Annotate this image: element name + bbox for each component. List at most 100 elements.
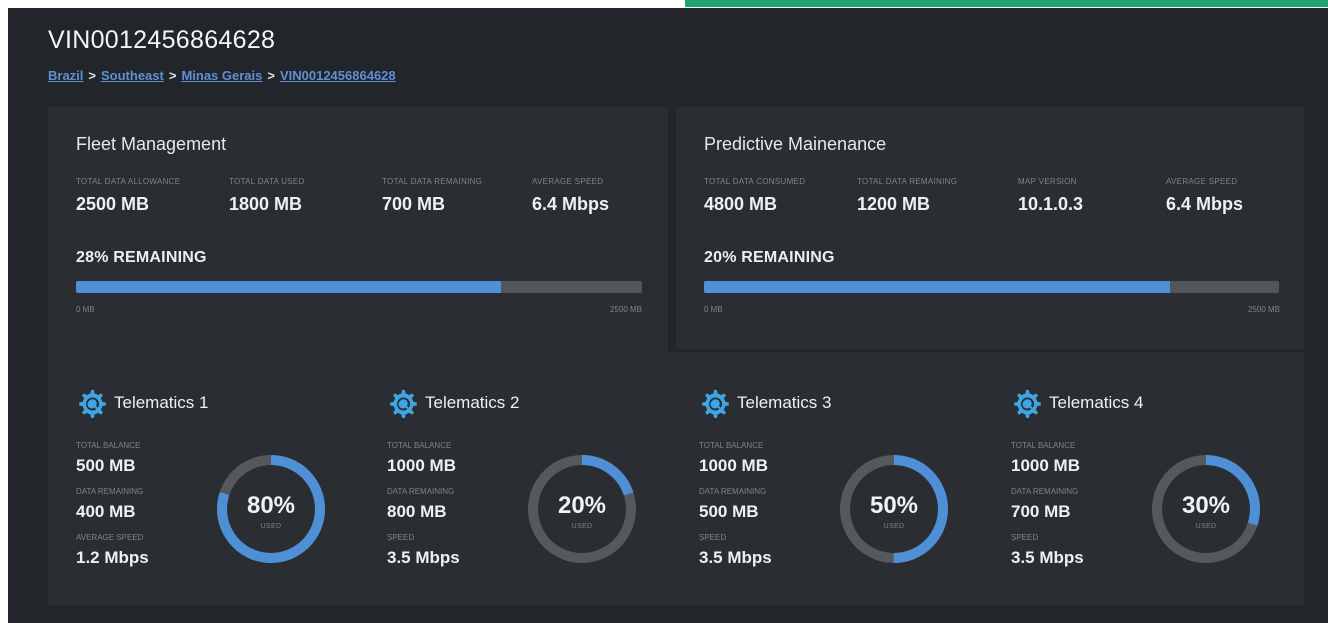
panel-title: Predictive Mainenance [704,134,887,154]
gear-wrench-icon [702,390,729,418]
stat-total-data-consumed: TOTAL DATA CONSUMED 4800 MB [704,177,805,215]
stat-label: AVERAGE SPEED [1166,177,1238,186]
stat-value: 800 MB [387,502,447,521]
data-remaining: DATA REMAINING 800 MB [387,487,454,522]
stat-value: 6.4 Mbps [532,194,610,214]
stat-label: TOTAL DATA USED [229,177,305,186]
bar-min-label: 0 MB [704,305,723,314]
data-remaining: DATA REMAINING 500 MB [699,487,766,522]
stat-label: TOTAL BALANCE [699,441,764,450]
predictive-maintenance-panel: Predictive Mainenance TOTAL DATA CONSUME… [676,107,1304,349]
stat-average-speed: AVERAGE SPEED 6.4 Mbps [532,177,609,215]
donut-used-label: USED [883,523,905,530]
stat-label: SPEED [387,533,415,542]
stat-value: 1200 MB [857,194,931,214]
stat-total-data-remaining: TOTAL DATA REMAINING 1200 MB [857,177,957,215]
total-balance: TOTAL BALANCE 1000 MB [387,441,456,476]
breadcrumb-state[interactable]: Minas Gerais [181,68,262,83]
stat-total-data-used: TOTAL DATA USED 1800 MB [229,177,305,215]
speed: SPEED 3.5 Mbps [1011,533,1084,568]
breadcrumb-country[interactable]: Brazil [48,68,83,83]
breadcrumb-separator: > [267,68,275,83]
stat-value: 500 MB [699,502,759,521]
stat-total-data-remaining: TOTAL DATA REMAINING 700 MB [382,177,482,215]
total-balance: TOTAL BALANCE 1000 MB [699,441,768,476]
telematics-card: Telematics 2 TOTAL BALANCE 1000 MB DATA … [359,352,659,605]
donut-percentage: 20% [557,492,607,519]
gear-wrench-icon [79,390,106,418]
stat-value: 700 MB [1011,502,1071,521]
stat-value: 1000 MB [1011,456,1080,475]
telematics-card: Telematics 3 TOTAL BALANCE 1000 MB DATA … [671,352,971,605]
data-remaining: DATA REMAINING 400 MB [76,487,143,522]
stat-value: 1000 MB [387,456,456,475]
stat-label: TOTAL DATA CONSUMED [704,177,806,186]
telematics-name: Telematics 1 [114,393,209,412]
data-remaining: DATA REMAINING 700 MB [1011,487,1078,522]
telematics-name: Telematics 3 [737,393,832,412]
stat-label: DATA REMAINING [76,487,144,496]
stat-total-data-allowance: TOTAL DATA ALLOWANCE 2500 MB [76,177,180,215]
gear-wrench-icon [1014,390,1041,418]
stat-value: 1800 MB [229,194,303,214]
telematics-header: Telematics 4 [1011,388,1143,418]
stat-label: TOTAL BALANCE [76,441,141,450]
breadcrumb-region[interactable]: Southeast [101,68,164,83]
panel-title: Fleet Management [76,134,227,154]
data-usage-bar [704,281,1279,293]
donut-percentage: 50% [869,492,919,519]
telematics-card: Telematics 4 TOTAL BALANCE 1000 MB DATA … [983,352,1283,605]
stat-label: AVERAGE SPEED [76,533,144,542]
telematics-name: Telematics 2 [425,393,520,412]
stat-label: TOTAL DATA ALLOWANCE [76,177,181,186]
donut-percentage: 80% [246,492,296,519]
fleet-management-panel: Fleet Management TOTAL DATA ALLOWANCE 25… [48,107,668,352]
telematics-name: Telematics 4 [1049,393,1144,412]
breadcrumb-separator: > [88,68,96,83]
page-title: VIN0012456864628 [48,26,276,54]
stat-map-version: MAP VERSION 10.1.0.3 [1018,177,1083,215]
donut-used-label: USED [1195,523,1217,530]
stat-value: 3.5 Mbps [699,548,772,567]
stat-value: 3.5 Mbps [1011,548,1084,567]
total-balance: TOTAL BALANCE 500 MB [76,441,140,476]
breadcrumb-separator: > [168,68,177,83]
breadcrumb-vehicle[interactable]: VIN0012456864628 [280,68,396,83]
stat-label: MAP VERSION [1018,177,1077,186]
stat-label: SPEED [699,533,727,542]
speed: AVERAGE SPEED 1.2 Mbps [76,533,149,568]
data-usage-bar-fill [76,281,501,293]
stat-label: TOTAL DATA REMAINING [382,177,483,186]
telematics-header: Telematics 3 [699,388,831,418]
donut-used-label: USED [571,523,593,530]
bar-max-label: 2500 MB [609,305,642,314]
donut-percentage: 30% [1181,492,1231,519]
stat-value: 3.5 Mbps [387,548,460,567]
stat-label: AVERAGE SPEED [532,177,604,186]
total-balance: TOTAL BALANCE 1000 MB [1011,441,1080,476]
breadcrumb: Brazil > Southeast > Minas Gerais > VIN0012456… [48,68,396,83]
vehicle-dashboard: VIN0012456864628 Brazil > Southeast > Minas … [8,8,1328,623]
stat-average-speed: AVERAGE SPEED 6.4 Mbps [1166,177,1243,215]
telematics-panel: Telematics 1 TOTAL BALANCE 500 MB DATA R… [48,352,1304,605]
stat-value: 400 MB [76,502,136,521]
gear-wrench-icon [390,390,417,418]
stat-label: DATA REMAINING [699,487,767,496]
stat-label: TOTAL BALANCE [387,441,452,450]
speed: SPEED 3.5 Mbps [699,533,772,568]
accent-strip [685,0,1328,7]
telematics-header: Telematics 1 [76,388,208,418]
stat-value: 4800 MB [704,194,778,214]
remaining-percentage: 20% REMAINING [704,249,835,266]
stat-label: SPEED [1011,533,1039,542]
stat-value: 6.4 Mbps [1166,194,1244,214]
stat-value: 10.1.0.3 [1018,194,1084,214]
stat-value: 1.2 Mbps [76,548,149,567]
data-usage-bar [76,281,642,293]
stat-value: 1000 MB [699,456,768,475]
remaining-percentage: 28% REMAINING [76,249,207,266]
stat-label: TOTAL BALANCE [1011,441,1076,450]
bar-min-label: 0 MB [76,305,95,314]
data-usage-bar-fill [704,281,1170,293]
stat-label: TOTAL DATA REMAINING [857,177,958,186]
